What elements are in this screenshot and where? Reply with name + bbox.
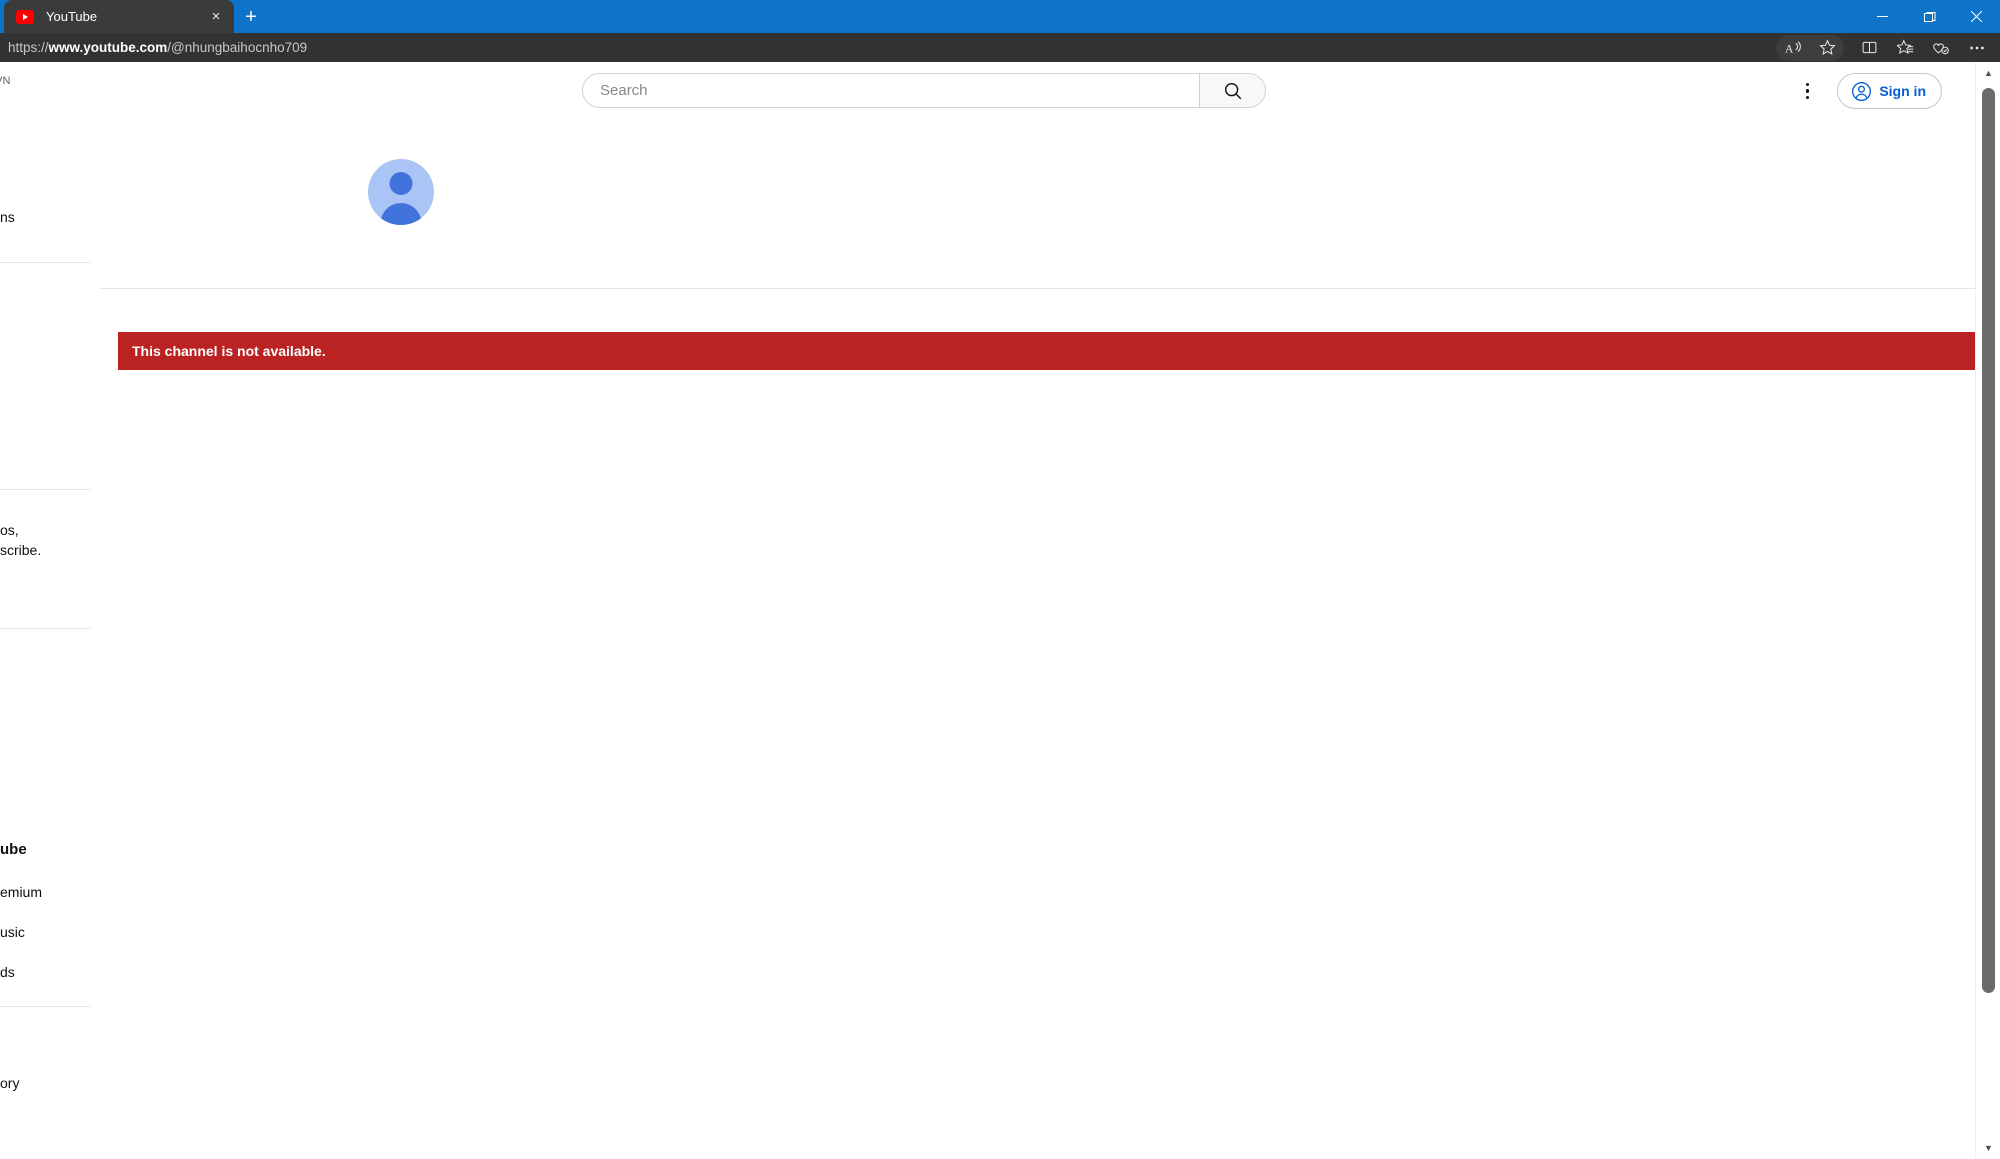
collections-glyph (1896, 39, 1913, 55)
youtube-logo[interactable]: be VN (0, 74, 10, 105)
maximize-button[interactable] (1906, 0, 1953, 33)
ellipsis-glyph (1970, 46, 1984, 49)
window-controls (1859, 0, 2000, 33)
maximize-icon (1923, 11, 1935, 22)
sidebar-item-youtube-music[interactable]: usic (0, 912, 91, 952)
address-bar[interactable]: https://www.youtube.com/@nhungbaihocnho7… (0, 33, 2000, 62)
browser-tab-youtube[interactable]: YouTube × (4, 0, 234, 33)
search-bar (582, 73, 1266, 108)
essentials-glyph (1933, 42, 1949, 54)
sidebar-explore-heading: ube (0, 841, 27, 858)
channel-error-banner: This channel is not available. (118, 332, 1975, 370)
account-circle-icon (1852, 81, 1872, 101)
sign-in-button[interactable]: Sign in (1837, 73, 1942, 109)
sidebar-item-send-feedback[interactable]: ack (0, 1145, 91, 1159)
avatar-head-shape (389, 172, 413, 195)
scrollbar-track[interactable] (1976, 84, 2000, 1137)
sidebar-item-subscriptions[interactable]: ns (0, 197, 91, 237)
sidebar-item-label: ory (0, 1075, 20, 1091)
sidebar-signin-note: os, scribe. (0, 520, 91, 560)
url-domain: www.youtube.com (48, 40, 168, 55)
new-tab-button[interactable]: + (234, 0, 268, 33)
scroll-down-arrow[interactable]: ▼ (1976, 1137, 2000, 1159)
search-input-container[interactable] (582, 73, 1200, 108)
sidebar-primary-section: ns (0, 119, 91, 237)
close-tab-icon[interactable]: × (206, 7, 226, 27)
channel-avatar-placeholder (368, 159, 434, 225)
page-viewport: be VN (0, 62, 2000, 1159)
kebab-dot-2 (1805, 89, 1810, 93)
youtube-country-code: VN (0, 75, 11, 87)
url-display[interactable]: https://www.youtube.com/@nhungbaihocnho7… (0, 40, 307, 55)
channel-error-message: This channel is not available. (132, 343, 326, 359)
add-favorite-icon[interactable] (1810, 35, 1844, 61)
scroll-up-arrow[interactable]: ▲ (1976, 62, 2000, 84)
tab-strip: YouTube × + (0, 0, 268, 33)
browser-title-bar: YouTube × + (0, 0, 2000, 33)
youtube-favicon (16, 9, 34, 24)
close-window-button[interactable] (1953, 0, 2000, 33)
split-screen-icon[interactable] (1852, 35, 1886, 61)
search-button[interactable] (1200, 73, 1266, 108)
browser-essentials-icon[interactable] (1924, 35, 1958, 61)
signin-note-line-2: scribe. (0, 542, 42, 558)
sidebar-item-label: ns (0, 209, 15, 225)
sign-in-label: Sign in (1879, 83, 1926, 99)
settings-menu[interactable] (1787, 71, 1827, 111)
tab-title: YouTube (46, 9, 98, 24)
read-aloud-glyph: A (1785, 40, 1801, 55)
sidebar-item-label: usic (0, 924, 25, 940)
sidebar-item-label: ds (0, 964, 15, 980)
sidebar-item-label: emium (0, 884, 43, 900)
svg-text:A: A (1785, 42, 1794, 55)
sidebar-item-youtube-kids[interactable]: ds (0, 952, 91, 992)
channel-content: This channel is not available. (100, 119, 1975, 1159)
avatar-body-shape (380, 203, 422, 225)
browser-window: YouTube × + https://www.youtube.com/@nhu… (0, 0, 2000, 1159)
sidebar-item-history[interactable]: ory (0, 1063, 91, 1103)
url-path: /@nhungbaihocnho709 (167, 40, 308, 55)
sidebar-item-youtube-premium[interactable]: emium (0, 872, 91, 912)
toolbar-pill-group: A (1776, 34, 1844, 61)
browser-toolbar: A (1776, 33, 1994, 62)
kebab-dot-3 (1805, 95, 1810, 100)
signin-note-line-1: os, (0, 522, 19, 538)
split-screen-glyph (1862, 41, 1876, 54)
minimize-icon (1877, 16, 1888, 17)
content-divider (100, 288, 1975, 289)
search-input[interactable] (600, 82, 1199, 99)
settings-and-more-icon[interactable] (1960, 35, 1994, 61)
search-icon (1224, 82, 1241, 99)
scrollbar-thumb[interactable] (1982, 88, 1995, 993)
youtube-sidebar: ns os, scribe. ube emium usic ds ory (0, 119, 92, 1159)
youtube-masthead: be VN (0, 62, 1975, 119)
minimize-button[interactable] (1859, 0, 1906, 33)
masthead-right-controls: Sign in (1787, 71, 1942, 111)
url-scheme: https:// (8, 40, 49, 55)
read-aloud-icon[interactable]: A (1776, 35, 1810, 61)
collections-icon[interactable] (1888, 35, 1922, 61)
close-window-icon (1971, 11, 1982, 22)
star-glyph (1818, 39, 1836, 55)
kebab-dot-1 (1805, 82, 1810, 87)
page-scrollbar[interactable]: ▲ ▼ (1975, 62, 2000, 1159)
